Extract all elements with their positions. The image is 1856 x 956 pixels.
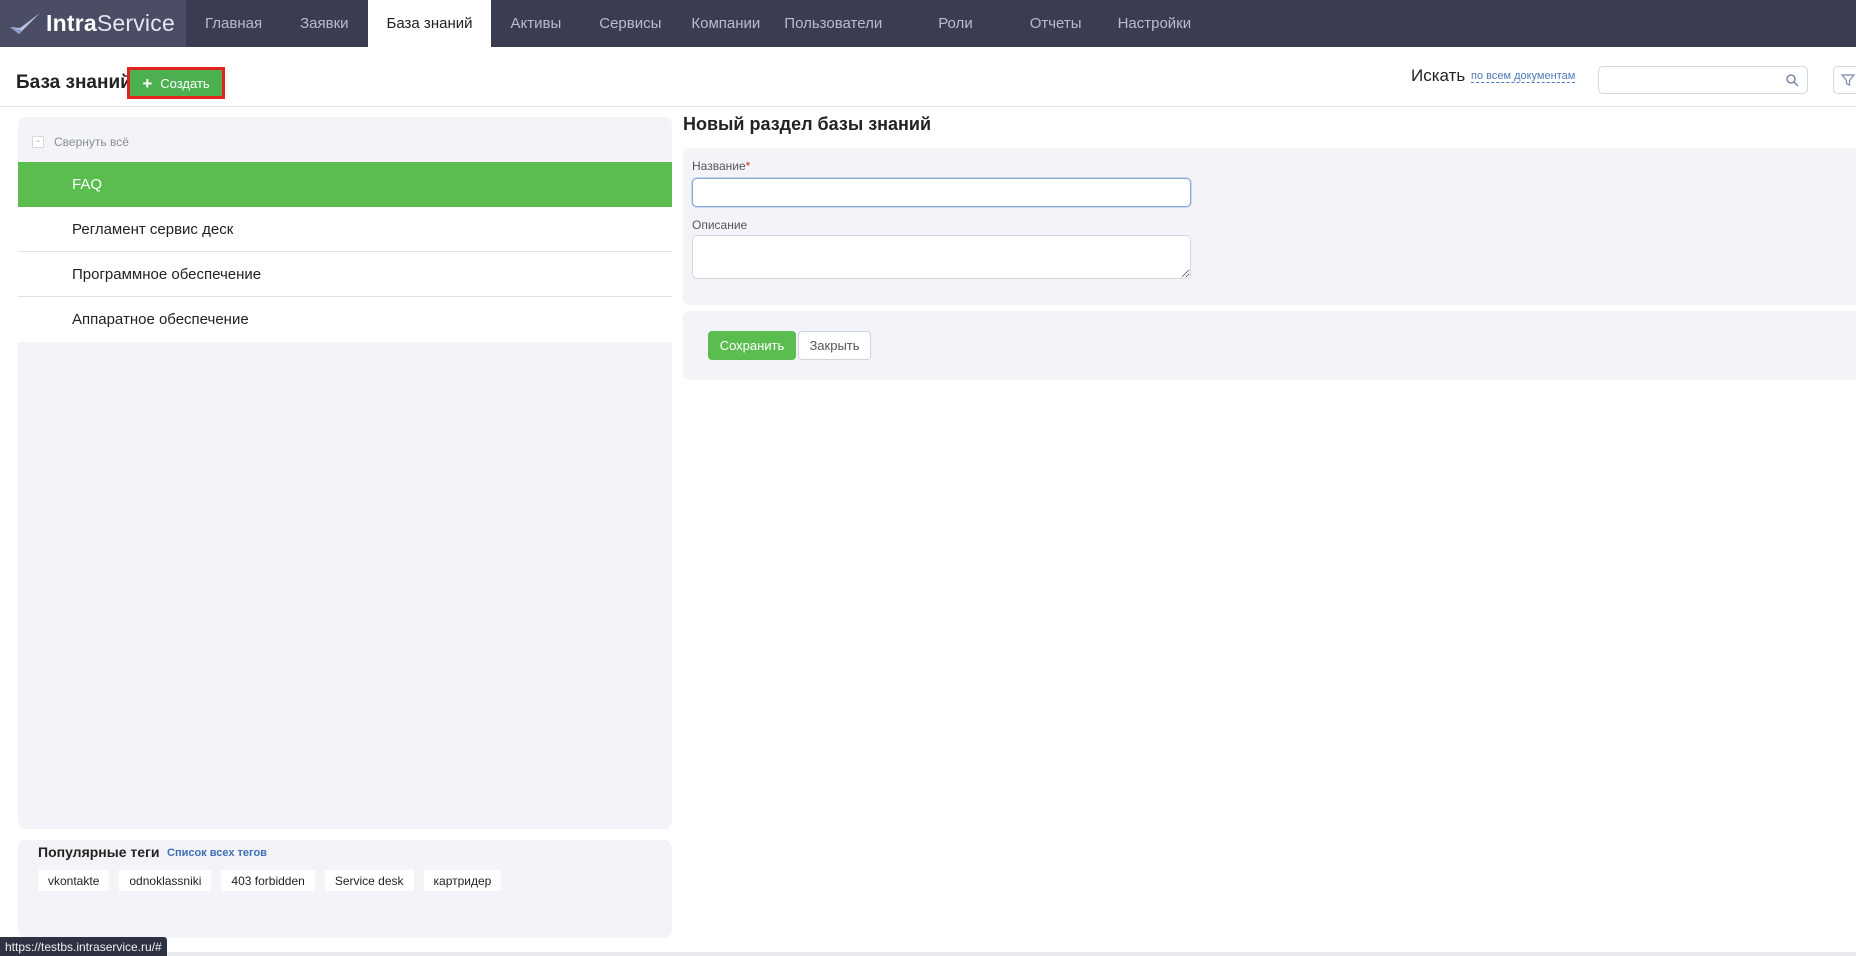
name-field-label: Название* [692,159,751,173]
nav-item-home[interactable]: Главная [186,0,281,47]
save-button[interactable]: Сохранить [708,331,796,360]
tags-list: vkontakte odnoklassniki 403 forbidden Se… [38,870,502,891]
page-header: База знаний + Создать Искать по всем док… [0,47,1856,107]
minus-icon: - [32,136,44,148]
app-logo[interactable]: IntraService [0,0,186,47]
nav-item-services[interactable]: Сервисы [580,0,680,47]
status-url: https://testbs.intraservice.ru/# [0,937,167,956]
search-scope-link[interactable]: по всем документам [1471,70,1576,83]
tag-item[interactable]: 403 forbidden [221,870,315,891]
new-section-form: Название* Описание [683,148,1856,305]
nav-item-companies[interactable]: Компании [680,0,772,47]
popular-tags-title: Популярные теги [38,844,160,860]
nav-item-settings[interactable]: Настройки [1104,0,1211,47]
popular-tags-panel: Популярные теги Список всех тегов vkonta… [18,840,672,938]
name-input[interactable] [692,178,1191,207]
page-title: База знаний [16,72,132,93]
create-button-label: Создать [160,75,210,91]
section-item-hardware[interactable]: Аппаратное обеспечение [18,297,672,342]
form-actions: Сохранить Закрыть [683,311,1856,380]
collapse-all-toggle[interactable]: - Свернуть всё [32,135,129,149]
description-input[interactable] [692,235,1191,279]
section-item-faq[interactable]: FAQ [18,162,672,207]
nav-item-knowledge-base[interactable]: База знаний [367,0,492,47]
app-name: IntraService [46,10,175,36]
nav-item-assets[interactable]: Активы [491,0,580,47]
nav-item-tickets[interactable]: Заявки [281,0,367,47]
close-button[interactable]: Закрыть [798,331,871,360]
description-field-label: Описание [692,218,748,232]
knowledge-tree-panel: - Свернуть всё FAQ Регламент сервис деск… [18,117,672,829]
section-item-software[interactable]: Программное обеспечение [18,252,672,297]
required-mark: * [745,159,751,173]
tag-item[interactable]: odnoklassniki [119,870,212,891]
checkmark-logo-icon [10,12,40,34]
main-nav: Главная Заявки База знаний Активы Сервис… [186,0,1210,47]
filter-icon [1841,74,1855,86]
collapse-all-label: Свернуть всё [54,135,129,149]
all-tags-link[interactable]: Список всех тегов [167,847,267,859]
top-navigation: IntraService Главная Заявки База знаний … [0,0,1856,47]
section-list: FAQ Регламент сервис деск Программное об… [18,162,672,342]
nav-item-users[interactable]: Пользователи [772,0,926,47]
search-icon[interactable] [1785,73,1799,87]
filter-button[interactable] [1833,66,1856,94]
plus-icon: + [142,73,153,93]
form-title: Новый раздел базы знаний [683,114,932,134]
nav-item-roles[interactable]: Роли [926,0,1010,47]
tag-item[interactable]: картридер [423,870,502,891]
search-label: Искать [1411,66,1466,85]
nav-item-reports[interactable]: Отчеты [1010,0,1104,47]
tag-item[interactable]: vkontakte [38,870,110,891]
search-input[interactable] [1598,66,1808,94]
create-button[interactable]: + Создать [127,67,225,99]
tag-item[interactable]: Service desk [324,870,414,891]
bottom-divider [0,952,1856,956]
section-item-service-desk-rules[interactable]: Регламент сервис деск [18,207,672,252]
